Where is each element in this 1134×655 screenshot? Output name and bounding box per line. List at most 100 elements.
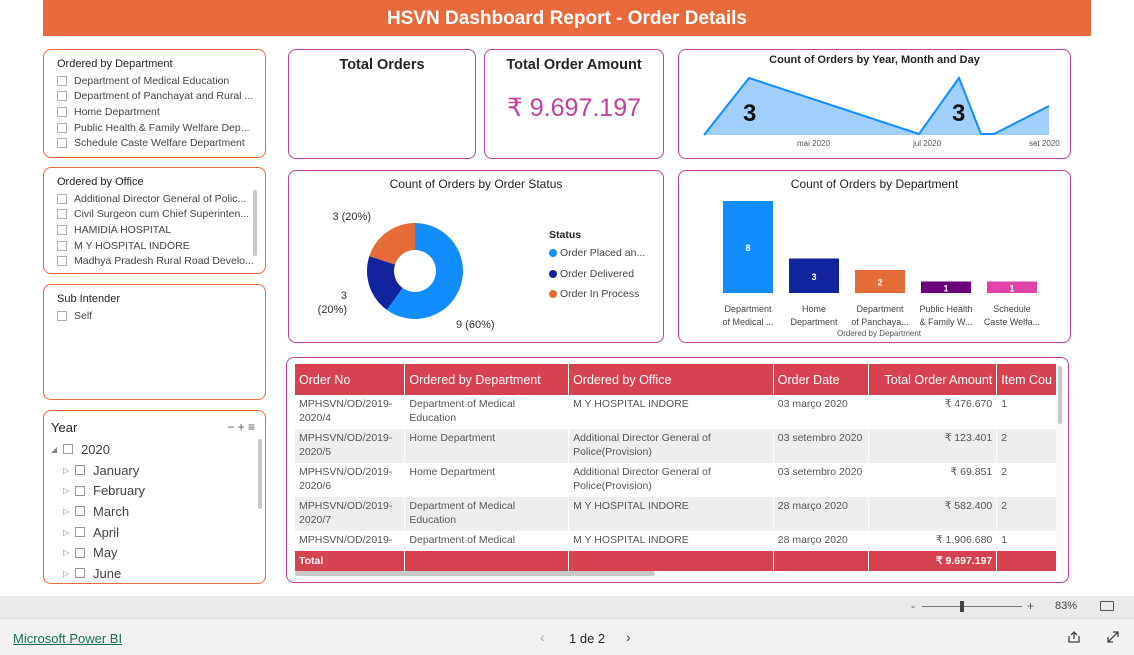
checkbox[interactable] [75, 465, 85, 476]
zoom-out-button[interactable]: - [911, 599, 915, 613]
slicer-item[interactable]: Civil Surgeon cum Chief Superinten... [57, 207, 265, 223]
data-label: 3 (20%) [332, 211, 371, 223]
powerbi-link[interactable]: Microsoft Power BI [13, 631, 122, 646]
donut-slice[interactable] [369, 223, 415, 265]
table-row[interactable]: MPHSVN/OD/2019- Department of Medical M Y … [295, 531, 1057, 551]
fit-to-page-icon[interactable] [1100, 601, 1114, 611]
table-row[interactable]: MPHSVN/OD/2019- 2020/5 Home Department Addi… [295, 429, 1057, 463]
report-title: HSVN Dashboard Report - Order Details [43, 0, 1091, 36]
slicer-item[interactable]: Home Department [57, 104, 265, 120]
zoom-slider-thumb[interactable] [960, 601, 964, 612]
legend-item[interactable]: Order Delivered [549, 264, 645, 285]
zoom-in-button[interactable]: + [1027, 599, 1034, 613]
slicer-list: Self [57, 308, 265, 324]
table-row[interactable]: MPHSVN/OD/2019- 2020/7 Department of Medic… [295, 497, 1057, 531]
expand-triangle-icon[interactable]: ▷ [63, 548, 75, 557]
prev-page-icon[interactable]: ‹ [540, 629, 545, 645]
bar-value-label: 1 [1009, 283, 1014, 293]
slicer-scrollbar[interactable] [253, 190, 257, 256]
slicer-item[interactable]: Additional Director General of Polic... [57, 191, 265, 207]
expand-triangle-icon[interactable]: ▷ [63, 528, 75, 537]
column-header[interactable]: Ordered by Office [568, 364, 774, 395]
checkbox[interactable] [57, 256, 67, 267]
slicer-item[interactable]: Madhya Pradesh Rural Road Develo... [57, 253, 265, 269]
checkbox[interactable] [75, 547, 85, 558]
fullscreen-icon[interactable] [1106, 630, 1120, 644]
expand-triangle-icon[interactable]: ▷ [63, 507, 75, 516]
peak-label: 3 [952, 100, 965, 127]
next-page-icon[interactable]: › [626, 629, 631, 645]
table-header-row: Order No Ordered by Department Ordered by … [295, 364, 1057, 395]
column-header[interactable]: Order Date [773, 364, 870, 395]
checkbox[interactable] [57, 106, 67, 117]
checkbox[interactable] [57, 310, 67, 321]
chart-title: Count of Orders by Year, Month and Day [769, 54, 980, 66]
legend-marker [549, 249, 557, 258]
checkbox[interactable] [57, 224, 67, 235]
legend-title: Status [549, 229, 582, 241]
slicer-item[interactable]: M Y HOSPITAL INDORE [57, 238, 265, 254]
tree-item-month[interactable]: ▷ May [51, 542, 265, 563]
tree-item-month[interactable]: ▷ January [51, 460, 265, 481]
table-vscroll[interactable] [1058, 366, 1062, 424]
legend-label: Order Delivered [560, 267, 635, 280]
checkbox[interactable] [57, 122, 67, 133]
table-cell: MPHSVN/OD/2019- 2020/4 [295, 395, 406, 429]
slicer-item[interactable]: Self [57, 308, 265, 324]
category-label: Department [724, 304, 772, 314]
column-header[interactable]: Total Order Amount [868, 364, 998, 395]
table-total-row: Total ₹ 9.697.197 [295, 551, 1057, 571]
table-cell: ₹ 69.851 [868, 463, 998, 497]
table-hscroll[interactable] [295, 571, 655, 576]
checkbox[interactable] [57, 91, 67, 102]
legend-item[interactable]: Order In Process [549, 284, 645, 305]
expand-triangle-icon[interactable]: ▷ [63, 486, 75, 495]
bar-value-label: 3 [811, 272, 816, 282]
slicer-item-label: M Y HOSPITAL INDORE [74, 239, 190, 252]
slicer-item[interactable]: Department of Panchayat and Rural ... [57, 89, 265, 105]
zoom-bar: - + 83% [0, 596, 1134, 618]
checkbox[interactable] [57, 138, 67, 149]
table-row[interactable]: MPHSVN/OD/2019- 2020/4 Department of Medic… [295, 395, 1057, 429]
slicer-year: Year − + ≡ ◢ 2020 ▷ January ▷ February ▷ Marc… [43, 410, 266, 584]
zoom-slider-track[interactable] [922, 606, 1022, 607]
column-header[interactable]: Item Cou [996, 364, 1057, 395]
tree-item-month[interactable]: ▷ February [51, 480, 265, 501]
column-header[interactable]: Order No [295, 364, 406, 395]
checkbox[interactable] [57, 193, 67, 204]
expand-collapse-controls[interactable]: − + ≡ [227, 420, 255, 435]
checkbox[interactable] [75, 568, 85, 579]
slicer-item[interactable]: Schedule Caste Welfare Department [57, 135, 265, 151]
checkbox[interactable] [57, 240, 67, 251]
checkbox[interactable] [75, 527, 85, 538]
slicer-item[interactable]: Public Health & Family Welfare Dep... [57, 120, 265, 136]
column-header[interactable]: Ordered by Department [404, 364, 570, 395]
slicer-scrollbar[interactable] [258, 439, 262, 509]
tree-item-month[interactable]: ▷ April [51, 522, 265, 543]
slicer-item[interactable]: HAMIDIA HOSPITAL [57, 222, 265, 238]
checkbox[interactable] [75, 485, 85, 496]
tree-item-year[interactable]: ◢ 2020 [51, 439, 265, 460]
checkbox[interactable] [57, 75, 67, 86]
legend-marker [549, 269, 557, 278]
table-cell: M Y HOSPITAL INDORE [568, 395, 774, 429]
checkbox[interactable] [75, 506, 85, 517]
share-icon[interactable] [1067, 630, 1081, 644]
expand-triangle-icon[interactable]: ▷ [63, 569, 75, 578]
month-list: ▷ January ▷ February ▷ March ▷ April ▷ May ▷ June [51, 460, 265, 583]
tree-item-month[interactable]: ▷ June [51, 563, 265, 583]
expand-triangle-icon[interactable]: ◢ [51, 445, 63, 454]
checkbox[interactable] [57, 209, 67, 220]
checkbox[interactable] [63, 444, 73, 455]
table-cell: Department of Medical Education [404, 497, 570, 531]
expand-triangle-icon[interactable]: ▷ [63, 466, 75, 475]
total-cell [996, 551, 1057, 571]
category-label: Department [856, 304, 904, 314]
data-label: 3 [341, 290, 347, 302]
slicer-item[interactable]: Department of Medical Education [57, 73, 265, 89]
legend-item[interactable]: Order Placed an... [549, 243, 645, 264]
tree-item-month[interactable]: ▷ March [51, 501, 265, 522]
legend: Status Order Placed an... Order Delivered… [549, 229, 645, 305]
table-row[interactable]: MPHSVN/OD/2019- 2020/6 Home Department Addi… [295, 463, 1057, 497]
order-table: Order No Ordered by Department Ordered by … [295, 364, 1057, 571]
